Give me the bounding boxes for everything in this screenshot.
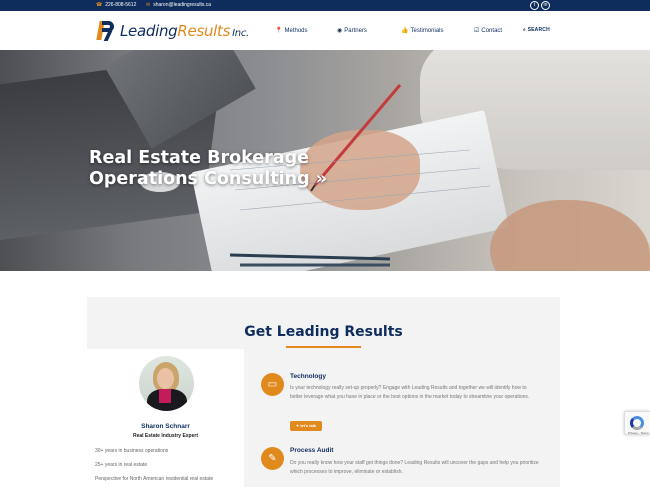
email-address[interactable]: sharon@leadingresults.ca [153, 2, 211, 8]
check-square-icon: ☑ [474, 28, 480, 34]
feature-title-process-audit: Process Audit [290, 447, 334, 454]
hero-headline-line2: Operations Consulting [89, 169, 310, 189]
search-label: SEARCH [527, 27, 550, 33]
brand-name-part1: Leading [120, 22, 178, 40]
clipboard-icon: ✎ [261, 447, 284, 470]
brand-name-part2: Results [177, 22, 231, 40]
nav-item-contact[interactable]: ☑ Contact [474, 27, 502, 34]
eye-icon: ◉ [337, 28, 343, 34]
laptop-icon: ▭ [261, 373, 284, 396]
profile-fact: Perspective for North American residenti… [95, 476, 214, 482]
nav-item-methods[interactable]: 📍 Methods [275, 27, 308, 34]
phone-contact[interactable]: ☎ 226-808-5612 [96, 1, 136, 10]
recaptcha-text[interactable]: Privacy - Terms [628, 431, 649, 435]
phone-number[interactable]: 226-808-5612 [105, 2, 136, 8]
hero-banner: Real Estate Brokerage Operations Consult… [0, 50, 650, 271]
recaptcha-icon [630, 416, 644, 430]
search-icon: ⌕ [523, 27, 527, 33]
nav-item-partners[interactable]: ◉ Partners [337, 27, 367, 34]
phone-icon: ☎ [96, 2, 103, 8]
logo-mark-icon [96, 20, 116, 42]
email-contact[interactable]: ✉ sharon@leadingresults.ca [146, 1, 211, 10]
feature-text-technology: Is your technology really set-up properl… [290, 385, 530, 400]
logo[interactable]: LeadingResults Inc. [96, 19, 249, 43]
avatar [139, 356, 194, 411]
chevron-right-icon: » [315, 169, 328, 189]
twitter-icon[interactable]: t [530, 1, 539, 10]
feature-text-process-audit: Do you really know how your staff get th… [290, 460, 539, 475]
hero-headline-line1: Real Estate Brokerage [89, 148, 309, 168]
linkedin-icon[interactable]: in [541, 1, 550, 10]
site-header: LeadingResults Inc. 📍 Methods ◉ Partners 👍 T… [0, 11, 650, 50]
profile-fact: 25+ years in real estate [95, 462, 148, 468]
recaptcha-badge[interactable]: Privacy - Terms [624, 411, 650, 435]
feature-title-technology: Technology [290, 373, 326, 380]
lets-talk-label: let's talk [300, 423, 317, 428]
lets-talk-button[interactable]: ✦ let's talk [290, 421, 322, 431]
chat-icon: ✦ [295, 423, 300, 428]
nav-item-testimonials[interactable]: 👍 Testimonials [401, 27, 444, 34]
thumbs-up-icon: 👍 [401, 28, 409, 34]
brand-suffix: Inc. [232, 28, 249, 39]
search-button[interactable]: ⌕ SEARCH [523, 27, 550, 33]
nav-item-label: Partners [344, 28, 367, 34]
hero-headline: Real Estate Brokerage Operations Consult… [89, 148, 349, 190]
nav-item-label: Contact [481, 28, 503, 34]
top-bar: ☎ 226-808-5612 ✉ sharon@leadingresults.ca … [0, 0, 650, 11]
nav-item-label: Methods [284, 28, 308, 34]
brand-name: LeadingResults Inc. [120, 22, 249, 40]
title-underline [286, 346, 361, 348]
profile-fact: 30+ years in business operations [95, 448, 169, 454]
section-title: Get Leading Results [244, 324, 403, 340]
profile-role: Real Estate Industry Expert [132, 433, 199, 439]
nav-item-label: Testimonials [410, 28, 444, 34]
envelope-icon: ✉ [146, 2, 151, 8]
map-pin-icon: 📍 [275, 28, 283, 34]
profile-name: Sharon Schnarr [141, 423, 190, 430]
